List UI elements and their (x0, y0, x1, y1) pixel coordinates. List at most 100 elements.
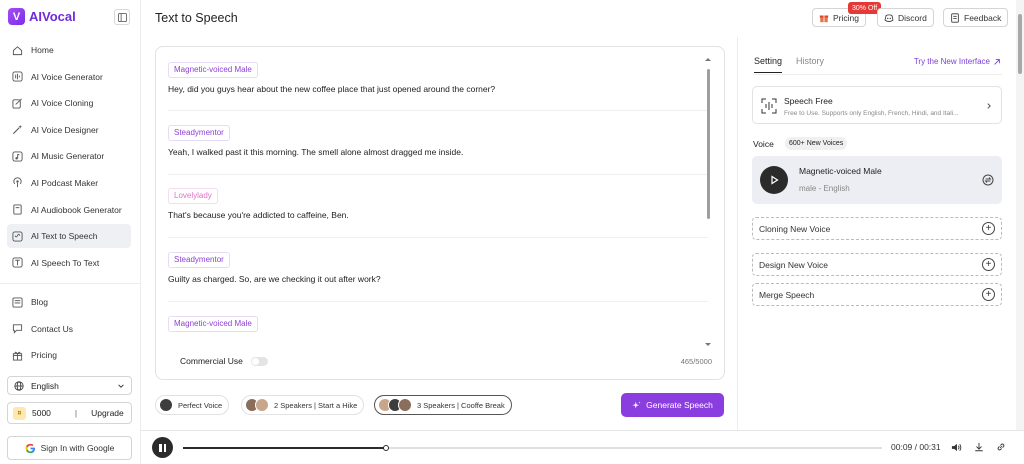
cloning-new-voice-button[interactable]: Cloning New Voice + (752, 217, 1002, 240)
upgrade-link[interactable]: Upgrade (91, 408, 124, 418)
design-new-voice-button[interactable]: Design New Voice + (752, 253, 1002, 276)
playback-time: 00:09 / 00:31 (891, 442, 941, 452)
avatar-group (245, 398, 269, 412)
chevron-right-icon (987, 103, 991, 109)
preset-3-speakers[interactable]: 3 Speakers | Cooffe Break (374, 395, 512, 415)
speaker-tag[interactable]: Steadymentor (168, 252, 230, 268)
feedback-button[interactable]: Feedback (943, 8, 1009, 27)
line-text[interactable]: Yeah, I walked past it this morning. The… (168, 147, 708, 157)
avatar (398, 398, 412, 412)
volume-button[interactable] (950, 441, 962, 453)
book-icon (12, 204, 23, 215)
discord-button[interactable]: Discord (877, 8, 934, 27)
logo-text: AIVocal (29, 9, 76, 24)
speech-model-select[interactable]: Speech Free Free to Use. Supports only E… (752, 86, 1002, 124)
share-link-button[interactable] (995, 441, 1007, 453)
tab-setting[interactable]: Setting (754, 56, 783, 73)
chevron-down-icon (118, 383, 124, 388)
line-divider (168, 174, 708, 175)
scroll-up-icon (705, 58, 711, 61)
sparkle-icon (632, 400, 641, 408)
audio-player: 00:09 / 00:31 (141, 430, 1024, 464)
voice-generator-icon (12, 71, 23, 82)
sidebar-item-contact-us[interactable]: Contact Us (7, 317, 131, 341)
merge-speech-label: Merge Speech (759, 289, 815, 300)
line-text[interactable]: That's because you're addicted to caffei… (168, 210, 708, 220)
avatar (255, 398, 269, 412)
download-button[interactable] (973, 441, 985, 453)
sidebar-item-label: AI Podcast Maker (31, 177, 99, 188)
progress-handle[interactable] (382, 445, 389, 451)
credits-box: ¤ 5000 | Upgrade (7, 402, 132, 424)
design-new-voice-label: Design New Voice (759, 259, 828, 270)
preset-label: Perfect Voice (178, 400, 223, 410)
dialogue-line: Steadymentor Yeah, I walked past it this… (168, 125, 708, 157)
gift-icon (819, 15, 829, 22)
sidebar-item-blog[interactable]: Blog (7, 290, 131, 314)
speaker-tag[interactable]: Lovelylady (168, 188, 218, 204)
selected-voice-card[interactable]: Magnetic-voiced Male male - English (752, 156, 1002, 204)
settings-panel: Setting History Try the New Interface Sp… (737, 37, 1015, 430)
link-icon (997, 443, 1005, 451)
generate-speech-button[interactable]: Generate Speech (621, 393, 724, 417)
sidebar-item-label: AI Music Generator (31, 151, 105, 162)
sidebar-item-ai-text-to-speech[interactable]: AI Text to Speech (7, 224, 131, 249)
podcast-icon (12, 177, 23, 188)
speaker-tag[interactable]: Magnetic-voiced Male (168, 316, 258, 332)
preset-perfect-voice[interactable]: Perfect Voice (155, 395, 230, 415)
text-speech-icon (12, 231, 23, 242)
voice-preview-play-button[interactable] (760, 166, 788, 194)
sign-in-google-button[interactable]: Sign In with Google (7, 436, 132, 460)
progress-track[interactable] (183, 445, 882, 451)
try-new-interface-link[interactable]: Try the New Interface (914, 57, 1001, 66)
line-text[interactable]: Hey, did you guys hear about the new cof… (168, 84, 708, 94)
sidebar-item-ai-audiobook-generator[interactable]: AI Audiobook Generator (7, 198, 131, 222)
editor-scroll-thumb[interactable] (707, 69, 710, 219)
sidebar-item-label: AI Voice Designer (31, 124, 99, 135)
sidebar-item-ai-voice-designer[interactable]: AI Voice Designer (7, 118, 131, 142)
dialogue-line: Magnetic-voiced Male (168, 316, 708, 332)
switch-voice-icon[interactable] (982, 174, 994, 186)
generate-speech-label: Generate Speech (646, 400, 713, 410)
line-text[interactable]: Guilty as charged. So, are we checking i… (168, 274, 708, 284)
cloning-new-voice-label: Cloning New Voice (759, 223, 831, 234)
pricing-label: Pricing (833, 12, 859, 23)
home-icon (12, 45, 23, 56)
merge-speech-button[interactable]: Merge Speech + (752, 283, 1002, 306)
tab-history[interactable]: History (796, 56, 824, 73)
sidebar-item-ai-voice-cloning[interactable]: AI Voice Cloning (7, 91, 131, 115)
sidebar-item-ai-speech-to-text[interactable]: AI Speech To Text (7, 251, 131, 275)
logo[interactable]: V AIVocal (8, 8, 76, 25)
new-voices-badge: 600+ New Voices (785, 137, 848, 150)
commercial-use-row: Commercial Use (180, 356, 268, 366)
discord-icon (884, 13, 894, 22)
sidebar-item-ai-podcast-maker[interactable]: AI Podcast Maker (7, 171, 131, 195)
download-icon (975, 442, 983, 452)
line-divider (168, 110, 708, 111)
contact-icon (12, 323, 23, 334)
language-value: English (31, 380, 59, 391)
sidebar-item-ai-voice-generator[interactable]: AI Voice Generator (7, 65, 131, 89)
speaker-tag[interactable]: Magnetic-voiced Male (168, 62, 258, 78)
commercial-use-toggle[interactable] (250, 356, 268, 366)
page-scroll-thumb[interactable] (1018, 14, 1022, 74)
sidebar-item-label: AI Speech To Text (31, 257, 100, 268)
sidebar-item-label: Blog (31, 297, 49, 307)
preset-2-speakers[interactable]: 2 Speakers | Start a Hike (241, 395, 365, 415)
sidebar-item-label: Contact Us (31, 323, 74, 334)
collapse-sidebar-button[interactable] (114, 9, 130, 25)
blog-icon (12, 296, 23, 308)
tabs-divider (754, 74, 1002, 75)
language-select[interactable]: English (7, 376, 132, 395)
sidebar-item-pricing[interactable]: Pricing (7, 343, 131, 367)
speaker-tag[interactable]: Steadymentor (168, 125, 230, 141)
line-divider (168, 301, 708, 302)
sidebar-item-ai-music-generator[interactable]: AI Music Generator (7, 144, 131, 168)
try-new-label: Try the New Interface (913, 57, 990, 66)
sidebar-toggle-icon (117, 12, 127, 22)
commercial-use-label: Commercial Use (180, 356, 243, 366)
sidebar-item-home[interactable]: Home (7, 38, 131, 62)
pause-button[interactable] (152, 437, 173, 458)
sidebar-item-label: AI Audiobook Generator (31, 204, 122, 215)
script-editor[interactable]: Magnetic-voiced Male Hey, did you guys h… (155, 46, 725, 380)
